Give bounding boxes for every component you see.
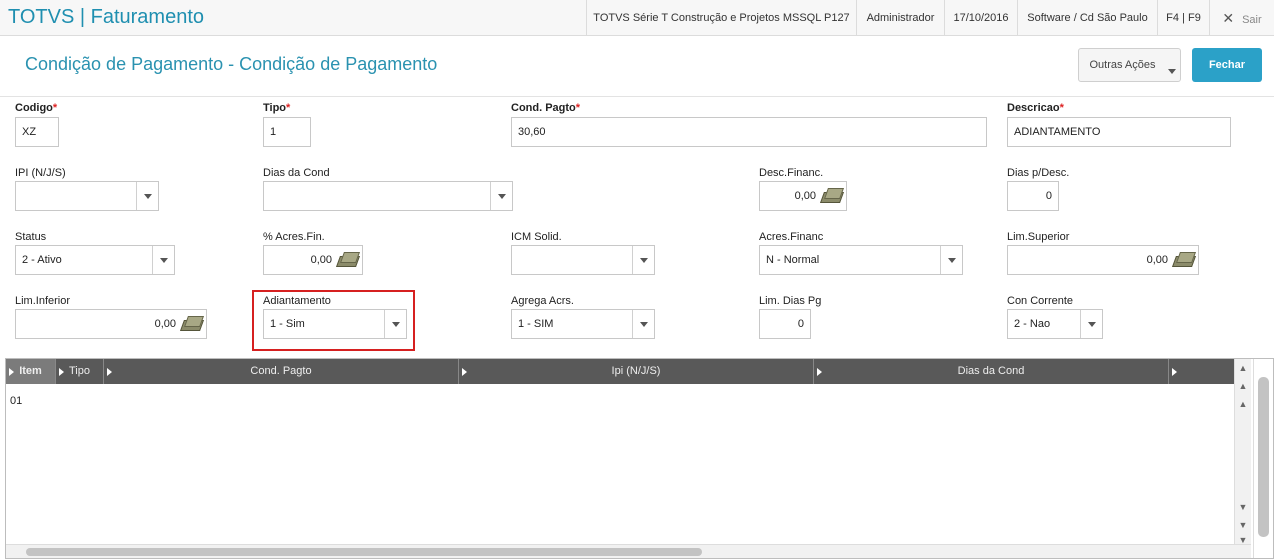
chevron-down-icon[interactable] bbox=[490, 182, 512, 210]
money-icon[interactable] bbox=[182, 316, 202, 331]
chevron-down-icon[interactable] bbox=[152, 246, 174, 274]
ipi-label: IPI (N/J/S) bbox=[15, 167, 66, 179]
page-title: Condição de Pagamento - Condição de Paga… bbox=[25, 54, 438, 74]
top-bar: TOTVS | Faturamento TOTVS Série T Constr… bbox=[0, 0, 1274, 36]
acres-financ-label: Acres.Financ bbox=[759, 231, 824, 243]
dias-da-cond-select[interactable] bbox=[263, 181, 513, 211]
divider bbox=[0, 96, 1274, 97]
chevron-down-icon[interactable] bbox=[632, 246, 654, 274]
chevron-down-icon[interactable] bbox=[1080, 310, 1102, 338]
money-icon[interactable] bbox=[1174, 252, 1194, 267]
environment-info: TOTVS Série T Construção e Projetos MSSQ… bbox=[586, 0, 856, 36]
agrega-acrs-select[interactable]: 1 - SIM bbox=[511, 309, 655, 339]
scroll-down-icon[interactable]: ▼ bbox=[1237, 519, 1249, 531]
grid-horizontal-scrollbar[interactable] bbox=[6, 544, 1251, 558]
money-icon[interactable] bbox=[822, 188, 842, 203]
sort-arrow-icon bbox=[107, 368, 112, 376]
scroll-thumb[interactable] bbox=[26, 548, 702, 556]
con-corrente-label: Con Corrente bbox=[1007, 295, 1074, 307]
status-label: Status bbox=[15, 231, 47, 243]
column-header-cond-pagto[interactable]: Cond. Pagto bbox=[104, 359, 459, 384]
scroll-thumb[interactable] bbox=[1258, 377, 1269, 537]
lim-inferior-label: Lim.Inferior bbox=[15, 295, 71, 307]
sort-arrow-icon bbox=[9, 368, 14, 376]
grid-cell-item[interactable]: 01 bbox=[10, 395, 22, 407]
chevron-down-icon[interactable] bbox=[384, 310, 406, 338]
system-date[interactable]: 17/10/2016 bbox=[944, 0, 1017, 36]
descricao-label: Descricao* bbox=[1007, 102, 1064, 114]
sort-arrow-icon bbox=[462, 368, 467, 376]
chevron-down-icon[interactable] bbox=[940, 246, 962, 274]
adiantamento-select[interactable]: 1 - Sim bbox=[263, 309, 407, 339]
lim-dias-pg-label: Lim. Dias Pg bbox=[759, 295, 822, 307]
tipo-field[interactable]: 1 bbox=[263, 117, 311, 147]
descricao-field[interactable]: ADIANTAMENTO bbox=[1007, 117, 1231, 147]
desc-financ-field[interactable]: 0,00 bbox=[759, 181, 847, 211]
chevron-down-icon[interactable] bbox=[632, 310, 654, 338]
acres-fin-field[interactable]: 0,00 bbox=[263, 245, 363, 275]
chevron-down-icon bbox=[1168, 69, 1176, 74]
sort-arrow-icon bbox=[1172, 368, 1177, 376]
page-vertical-scrollbar[interactable] bbox=[1253, 359, 1273, 558]
lim-inferior-field[interactable]: 0,00 bbox=[15, 309, 207, 339]
scroll-top-icon[interactable]: ▲ bbox=[1237, 380, 1249, 392]
app-title: TOTVS | Faturamento bbox=[8, 6, 205, 28]
shortcut-keys[interactable]: F4 | F9 bbox=[1157, 0, 1209, 36]
column-header-ipi[interactable]: Ipi (N/J/S) bbox=[459, 359, 814, 384]
tipo-label: Tipo* bbox=[263, 102, 291, 114]
lim-superior-field[interactable]: 0,00 bbox=[1007, 245, 1199, 275]
scroll-up-icon[interactable]: ▲ bbox=[1237, 398, 1249, 410]
dias-p-desc-field[interactable]: 0 bbox=[1007, 181, 1059, 211]
other-actions-label: Outras Ações bbox=[1089, 59, 1156, 71]
scroll-up-icon[interactable]: ▲ bbox=[1237, 362, 1249, 374]
lim-superior-label: Lim.Superior bbox=[1007, 231, 1070, 243]
money-icon[interactable] bbox=[338, 252, 358, 267]
adiantamento-label: Adiantamento bbox=[263, 295, 331, 307]
close-icon: ✕ bbox=[1222, 10, 1235, 26]
close-button[interactable]: Fechar bbox=[1192, 48, 1262, 82]
user-name[interactable]: Administrador bbox=[856, 0, 944, 36]
codigo-field[interactable]: XZ bbox=[15, 117, 59, 147]
sort-arrow-icon bbox=[59, 368, 64, 376]
desc-financ-label: Desc.Financ. bbox=[759, 167, 824, 179]
codigo-label: Codigo* bbox=[15, 102, 58, 114]
cond-pagto-label: Cond. Pagto* bbox=[511, 102, 581, 114]
column-header-dias-da-cond[interactable]: Dias da Cond bbox=[814, 359, 1169, 384]
exit-button[interactable]: ✕ Sair bbox=[1209, 0, 1274, 36]
dias-da-cond-label: Dias da Cond bbox=[263, 167, 330, 179]
grid-vertical-scrollbar[interactable]: ▲ ▲ ▲ ▼ ▼ ▼ bbox=[1234, 359, 1251, 545]
acres-fin-label: % Acres.Fin. bbox=[263, 231, 325, 243]
ipi-select[interactable] bbox=[15, 181, 159, 211]
items-grid[interactable]: Item Tipo Cond. Pagto Ipi (N/J/S) Dias d… bbox=[5, 358, 1274, 559]
grid-header: Item Tipo Cond. Pagto Ipi (N/J/S) Dias d… bbox=[6, 359, 1234, 384]
con-corrente-select[interactable]: 2 - Nao bbox=[1007, 309, 1103, 339]
agrega-acrs-label: Agrega Acrs. bbox=[511, 295, 574, 307]
column-header-item[interactable]: Item bbox=[6, 359, 56, 384]
scroll-down-icon[interactable]: ▼ bbox=[1237, 501, 1249, 513]
sort-arrow-icon bbox=[817, 368, 822, 376]
other-actions-button[interactable]: Outras Ações bbox=[1078, 48, 1181, 82]
company-branch[interactable]: Software / Cd São Paulo bbox=[1017, 0, 1157, 36]
lim-dias-pg-field[interactable]: 0 bbox=[759, 309, 811, 339]
status-select[interactable]: 2 - Ativo bbox=[15, 245, 175, 275]
column-header-more[interactable] bbox=[1169, 359, 1234, 384]
chevron-down-icon[interactable] bbox=[136, 182, 158, 210]
icm-solid-label: ICM Solid. bbox=[511, 231, 562, 243]
dias-p-desc-label: Dias p/Desc. bbox=[1007, 167, 1070, 179]
acres-financ-select[interactable]: N - Normal bbox=[759, 245, 963, 275]
exit-label: Sair bbox=[1242, 14, 1262, 26]
column-header-tipo[interactable]: Tipo bbox=[56, 359, 104, 384]
cond-pagto-field[interactable]: 30,60 bbox=[511, 117, 987, 147]
icm-solid-select[interactable] bbox=[511, 245, 655, 275]
